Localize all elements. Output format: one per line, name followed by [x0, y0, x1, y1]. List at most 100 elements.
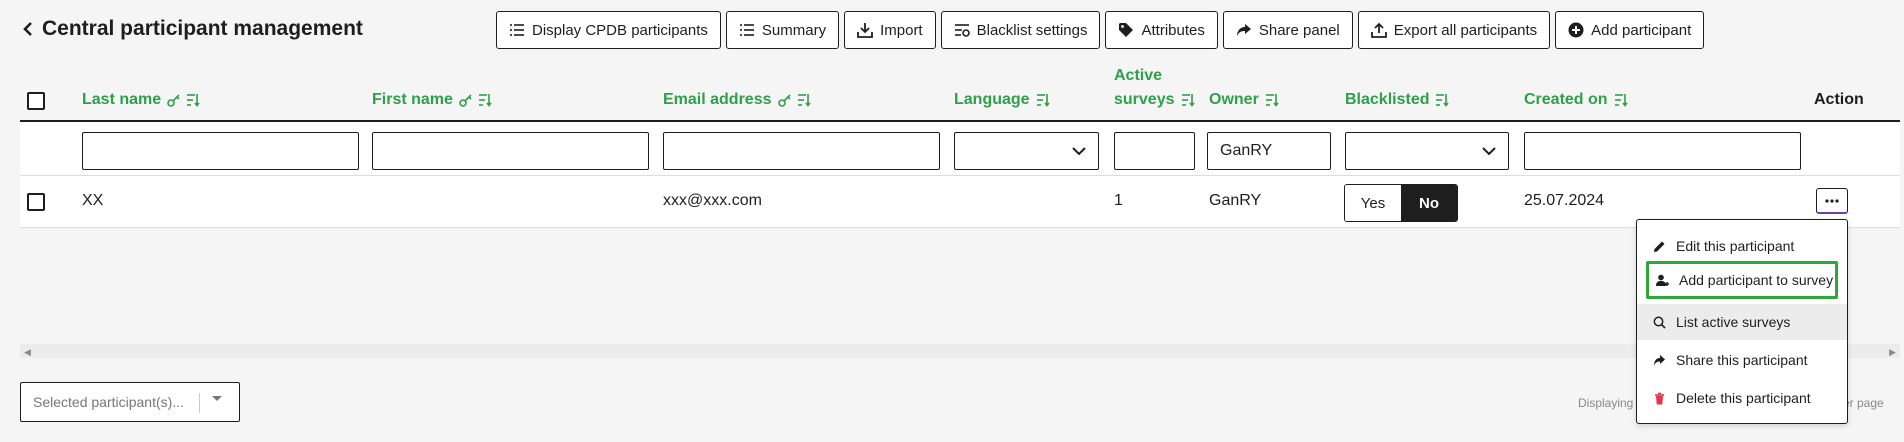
- owner-filter-value: GanRY: [1220, 142, 1273, 159]
- add-participant-button[interactable]: Add participant: [1555, 11, 1705, 49]
- share-arrow-icon: [1236, 24, 1251, 36]
- created-on-filter-input[interactable]: [1524, 132, 1801, 170]
- share-panel-button[interactable]: Share panel: [1222, 11, 1353, 49]
- cell-created-on: 25.07.2024: [1524, 192, 1605, 209]
- menu-item-delete-participant[interactable]: Delete this participant: [1637, 380, 1847, 416]
- sort-icon[interactable]: [478, 93, 492, 107]
- trash-icon: [1655, 392, 1664, 404]
- display-cpdb-participants-label: Display CPDB participants: [532, 21, 708, 39]
- active-surveys-filter-input[interactable]: [1114, 132, 1195, 170]
- column-label-language: Language: [954, 91, 1030, 108]
- add-user-icon: [1656, 274, 1669, 286]
- attributes-button[interactable]: Attributes: [1105, 11, 1218, 49]
- settings-list-icon: [954, 24, 970, 37]
- sort-icon[interactable]: [1181, 93, 1195, 107]
- sort-icon[interactable]: [1614, 93, 1628, 107]
- list-icon: [739, 24, 754, 36]
- export-all-participants-label: Export all participants: [1393, 21, 1538, 39]
- menu-item-share-participant[interactable]: Share this participant: [1637, 342, 1847, 378]
- filter-row: GanRY: [20, 122, 1900, 176]
- column-header-language[interactable]: Language: [954, 88, 1050, 112]
- column-header-active-surveys[interactable]: Active surveys: [1114, 64, 1195, 112]
- table-row[interactable]: XX xxx@xxx.com 1 GanRY Yes No 25.07.2024: [20, 176, 1900, 228]
- select-divider: [199, 393, 200, 413]
- scroll-right-arrow-icon[interactable]: ▶: [1889, 347, 1896, 358]
- key-icon: [459, 93, 472, 107]
- column-label-blacklisted: Blacklisted: [1345, 91, 1430, 108]
- summary-label: Summary: [761, 21, 827, 39]
- column-label-active-surveys-line2: surveys: [1114, 91, 1175, 108]
- column-label-action: Action: [1814, 91, 1864, 108]
- summary-button[interactable]: Summary: [725, 11, 840, 49]
- export-all-participants-button[interactable]: Export all participants: [1357, 11, 1551, 49]
- select-all-checkbox[interactable]: [27, 92, 45, 110]
- key-icon: [777, 93, 791, 107]
- import-button[interactable]: Import: [844, 11, 936, 49]
- share-arrow-icon: [1654, 354, 1665, 366]
- chevron-left-icon: [23, 22, 32, 36]
- menu-item-edit-participant[interactable]: Edit this participant: [1637, 228, 1847, 264]
- bulk-action-select[interactable]: Selected participant(s)...: [20, 382, 240, 422]
- horizontal-scrollbar[interactable]: ◀ ▶: [20, 344, 1900, 358]
- column-label-created-on: Created on: [1524, 91, 1608, 108]
- owner-filter-input[interactable]: GanRY: [1207, 132, 1331, 170]
- search-icon: [1653, 316, 1666, 329]
- column-label-active-surveys: Active surveys: [1114, 64, 1175, 112]
- column-label-email: Email address: [663, 91, 772, 108]
- ellipsis-icon: [1825, 198, 1839, 203]
- key-icon: [167, 93, 180, 107]
- sort-icon[interactable]: [797, 93, 811, 107]
- last-name-filter-input[interactable]: [82, 132, 359, 170]
- attributes-label: Attributes: [1141, 21, 1205, 39]
- page-title: Central participant management: [42, 17, 363, 40]
- menu-item-add-participant-to-survey[interactable]: Add participant to survey: [1646, 261, 1838, 299]
- sort-icon[interactable]: [1265, 93, 1279, 107]
- blacklist-settings-label: Blacklist settings: [976, 21, 1088, 39]
- column-header-first-name[interactable]: First name: [372, 88, 492, 112]
- column-header-blacklisted[interactable]: Blacklisted: [1345, 88, 1450, 112]
- blacklisted-yes-option[interactable]: Yes: [1345, 185, 1401, 221]
- column-header-created-on[interactable]: Created on: [1524, 88, 1628, 112]
- column-header-owner[interactable]: Owner: [1209, 88, 1279, 112]
- scroll-left-arrow-icon[interactable]: ◀: [24, 347, 31, 358]
- list-icon: [510, 24, 524, 36]
- toolbar: Display CPDB participants Summary Import…: [496, 11, 1705, 49]
- email-filter-input[interactable]: [663, 132, 940, 170]
- table-header-row: Last name First name Email address Langu…: [20, 58, 1900, 122]
- language-filter-select[interactable]: [954, 132, 1099, 170]
- back-link[interactable]: Central participant management: [22, 17, 363, 41]
- cell-last-name: XX: [82, 192, 104, 209]
- menu-item-label: Add participant to survey: [1679, 272, 1834, 288]
- pencil-icon: [1654, 241, 1665, 252]
- pager-per-page-text: er page: [1843, 396, 1884, 410]
- chevron-down-icon: [1482, 146, 1496, 155]
- column-header-email[interactable]: Email address: [663, 88, 811, 112]
- menu-item-list-active-surveys[interactable]: List active surveys: [1637, 304, 1847, 340]
- column-label-active-surveys-line1: Active: [1114, 67, 1163, 84]
- caret-down-icon: [212, 396, 222, 401]
- pager-summary-text: Displaying: [1578, 396, 1634, 410]
- column-header-action: Action: [1814, 88, 1864, 112]
- row-actions-button[interactable]: [1816, 188, 1848, 214]
- row-checkbox[interactable]: [27, 193, 45, 211]
- blacklist-settings-button[interactable]: Blacklist settings: [940, 11, 1101, 49]
- column-label-owner: Owner: [1209, 91, 1259, 108]
- sort-icon[interactable]: [1435, 93, 1450, 107]
- download-icon: [857, 23, 873, 38]
- page-header: Central participant management Display C…: [0, 0, 1904, 60]
- sort-icon[interactable]: [186, 93, 200, 107]
- blacklisted-no-option[interactable]: No: [1401, 185, 1457, 221]
- cell-owner: GanRY: [1209, 192, 1262, 209]
- add-participant-label: Add participant: [1591, 21, 1692, 39]
- plus-circle-icon: [1568, 22, 1584, 38]
- display-cpdb-participants-button[interactable]: Display CPDB participants: [496, 11, 721, 49]
- blacklisted-filter-select[interactable]: [1345, 132, 1509, 170]
- share-panel-label: Share panel: [1258, 21, 1340, 39]
- blacklisted-toggle[interactable]: Yes No: [1344, 184, 1458, 222]
- first-name-filter-input[interactable]: [372, 132, 649, 170]
- column-label-first-name: First name: [372, 91, 453, 108]
- cell-email: xxx@xxx.com: [663, 192, 762, 209]
- column-header-last-name[interactable]: Last name: [82, 88, 200, 112]
- sort-icon[interactable]: [1036, 93, 1050, 107]
- import-label: Import: [880, 21, 923, 39]
